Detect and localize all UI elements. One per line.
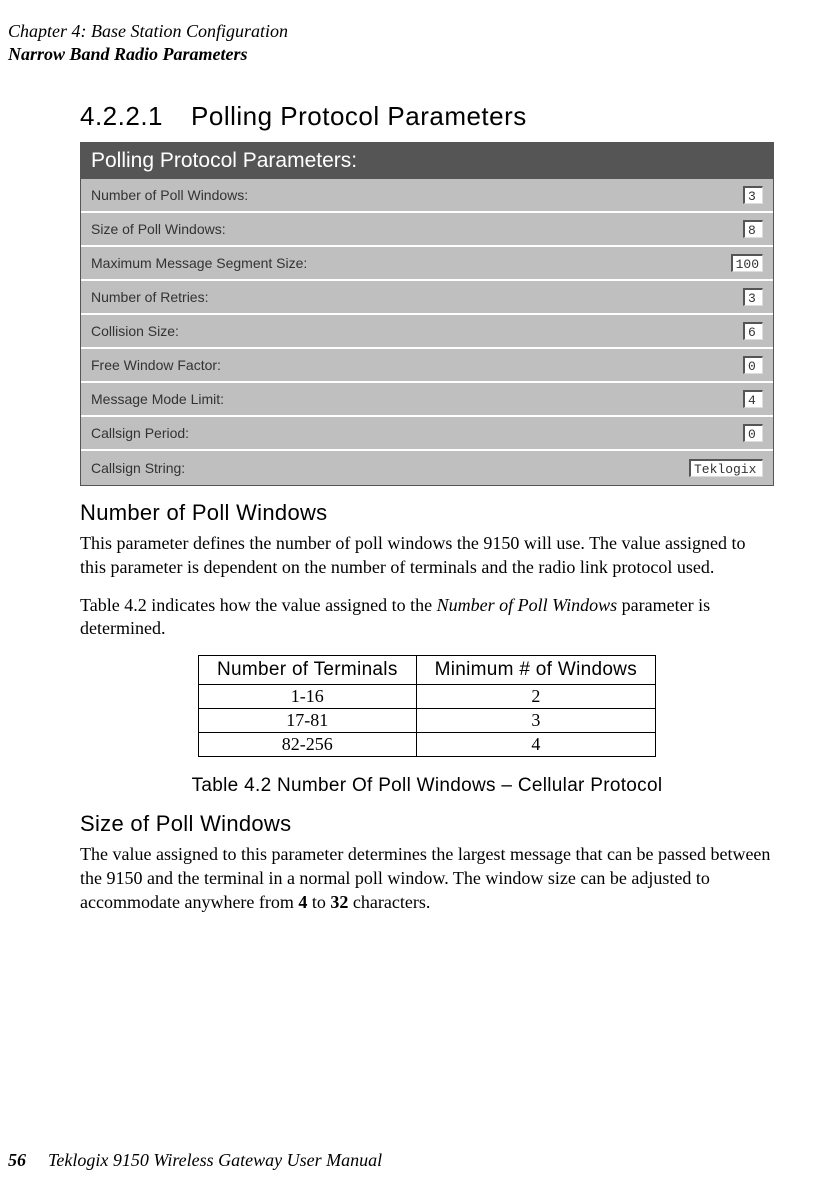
table-cell: 4 [416,733,655,757]
page-header: Chapter 4: Base Station Configuration Na… [0,20,774,65]
section-number: 4.2.2.1 [80,101,163,131]
table-cell: 17-81 [198,709,416,733]
param-label: Message Mode Limit: [91,391,224,407]
paragraph: Table 4.2 indicates how the value assign… [80,594,774,642]
table-cell: 3 [416,709,655,733]
param-label: Callsign Period: [91,425,189,441]
param-label: Collision Size: [91,323,179,339]
param-label: Free Window Factor: [91,357,221,373]
table-cell: 2 [416,685,655,709]
book-title: Teklogix 9150 Wireless Gateway User Manu… [48,1150,382,1170]
row-message-mode-limit: Message Mode Limit: 4 [81,383,773,417]
table-header-windows: Minimum # of Windows [416,656,655,685]
row-size-of-poll-windows: Size of Poll Windows: 8 [81,213,773,247]
message-mode-limit-input[interactable]: 4 [743,390,763,408]
table-cell: 1-16 [198,685,416,709]
subheading-number-of-poll-windows: Number of Poll Windows [80,500,774,526]
section-heading: 4.2.2.1 Polling Protocol Parameters [80,101,774,132]
emphasis: Number of Poll Windows [437,595,618,615]
row-free-window-factor: Free Window Factor: 0 [81,349,773,383]
row-number-of-retries: Number of Retries: 3 [81,281,773,315]
free-window-factor-input[interactable]: 0 [743,356,763,374]
max-message-segment-size-input[interactable]: 100 [731,254,763,272]
table-cell: 82-256 [198,733,416,757]
table-row: Number of Terminals Minimum # of Windows [198,656,655,685]
number-of-poll-windows-input[interactable]: 3 [743,186,763,204]
table-row: 17-81 3 [198,709,655,733]
table-caption: Table 4.2 Number Of Poll Windows – Cellu… [80,775,774,797]
size-of-poll-windows-input[interactable]: 8 [743,220,763,238]
param-label: Size of Poll Windows: [91,221,226,237]
text: to [307,892,330,912]
param-label: Number of Retries: [91,289,208,305]
table-header-terminals: Number of Terminals [198,656,416,685]
panel-title: Polling Protocol Parameters: [81,143,773,179]
page-number: 56 [8,1150,26,1170]
param-label: Maximum Message Segment Size: [91,255,307,271]
table-row: 82-256 4 [198,733,655,757]
collision-size-input[interactable]: 6 [743,322,763,340]
row-number-of-poll-windows: Number of Poll Windows: 3 [81,179,773,213]
page-footer: 56 Teklogix 9150 Wireless Gateway User Ma… [8,1150,382,1171]
param-label: Number of Poll Windows: [91,187,248,203]
page: Chapter 4: Base Station Configuration Na… [0,0,834,1199]
text: Table 4.2 indicates how the value assign… [80,595,437,615]
param-label: Callsign String: [91,460,185,476]
section-title: Polling Protocol Parameters [191,101,527,131]
subheading-size-of-poll-windows: Size of Poll Windows [80,811,774,837]
chapter-title: Chapter 4: Base Station Configuration [8,20,774,43]
callsign-string-input[interactable]: Teklogix [689,459,763,477]
number-of-retries-input[interactable]: 3 [743,288,763,306]
table-4-2: Number of Terminals Minimum # of Windows… [198,655,656,757]
row-callsign-period: Callsign Period: 0 [81,417,773,451]
row-max-message-segment-size: Maximum Message Segment Size: 100 [81,247,773,281]
row-collision-size: Collision Size: 6 [81,315,773,349]
table-row: 1-16 2 [198,685,655,709]
row-callsign-string: Callsign String: Teklogix [81,451,773,485]
text: characters. [348,892,430,912]
paragraph: This parameter defines the number of pol… [80,532,774,580]
polling-params-panel: Polling Protocol Parameters: Number of P… [80,142,774,486]
content-area: 4.2.2.1 Polling Protocol Parameters Polli… [0,101,774,914]
callsign-period-input[interactable]: 0 [743,424,763,442]
paragraph: The value assigned to this parameter det… [80,843,774,914]
section-name: Narrow Band Radio Parameters [8,43,774,66]
bold: 32 [330,892,348,912]
